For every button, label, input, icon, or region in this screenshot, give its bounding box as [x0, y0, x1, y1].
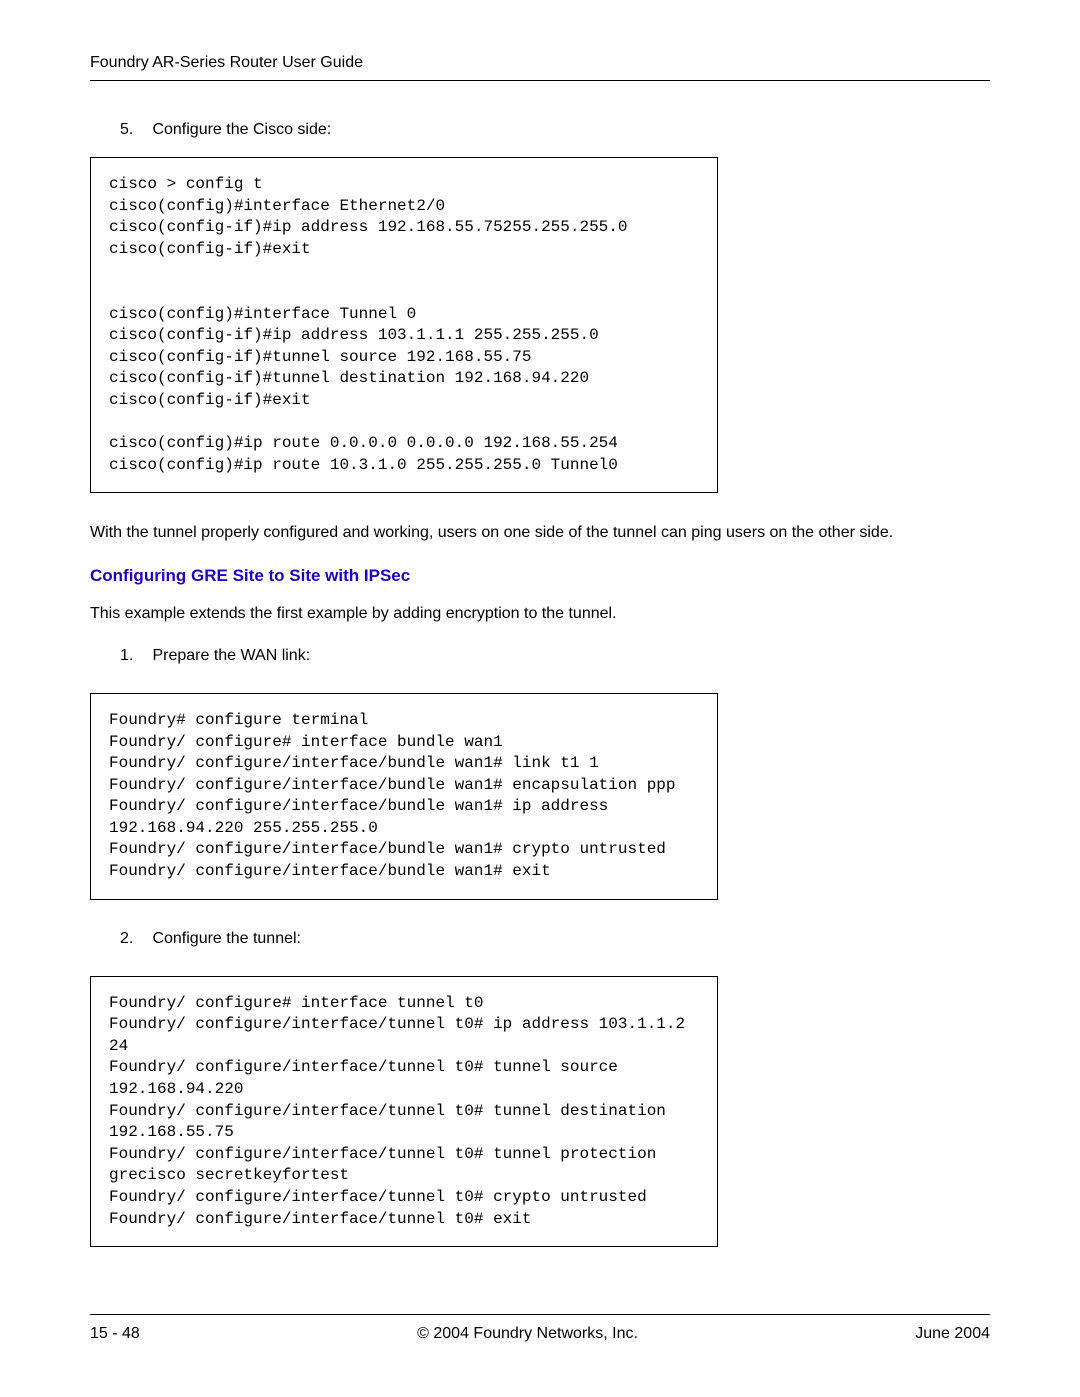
step-5: 5. Configure the Cisco side:	[120, 121, 990, 139]
footer-date: June 2004	[915, 1325, 990, 1343]
step-2-text: Configure the tunnel:	[152, 930, 301, 947]
paragraph-tunnel-ping: With the tunnel properly configured and …	[90, 523, 990, 544]
page-header: Foundry AR-Series Router User Guide	[90, 54, 990, 81]
code-block-tunnel: Foundry/ configure# interface tunnel t0 …	[90, 976, 718, 1248]
code-block-cisco: cisco > config t cisco(config)#interface…	[90, 157, 718, 493]
code-block-wan-content: Foundry# configure terminal Foundry/ con…	[109, 710, 699, 883]
code-block-wan: Foundry# configure terminal Foundry/ con…	[90, 693, 718, 900]
step-2: 2. Configure the tunnel:	[120, 930, 990, 948]
footer-page-number: 15 - 48	[90, 1325, 140, 1343]
footer-copyright: © 2004 Foundry Networks, Inc.	[417, 1325, 638, 1343]
page-footer: 15 - 48 © 2004 Foundry Networks, Inc. Ju…	[90, 1314, 990, 1343]
step-5-num: 5.	[120, 121, 148, 139]
step-1: 1. Prepare the WAN link:	[120, 647, 990, 665]
heading-gre-ipsec: Configuring GRE Site to Site with IPSec	[90, 566, 990, 586]
step-5-text: Configure the Cisco side:	[152, 121, 331, 138]
paragraph-extends-example: This example extends the first example b…	[90, 604, 990, 625]
code-block-cisco-content: cisco > config t cisco(config)#interface…	[109, 174, 699, 476]
step-1-text: Prepare the WAN link:	[152, 647, 310, 664]
step-2-num: 2.	[120, 930, 148, 948]
step-1-num: 1.	[120, 647, 148, 665]
code-block-tunnel-content: Foundry/ configure# interface tunnel t0 …	[109, 993, 699, 1231]
